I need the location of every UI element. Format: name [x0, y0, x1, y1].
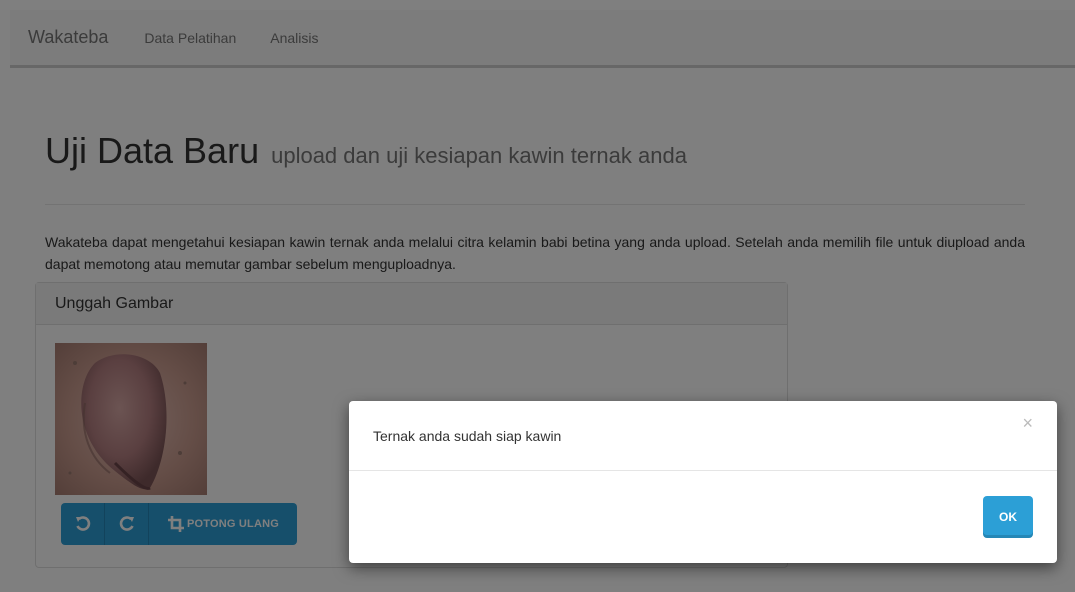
modal-header: Ternak anda sudah siap kawin × — [349, 401, 1057, 471]
modal-footer: OK — [349, 471, 1057, 563]
modal-message: Ternak anda sudah siap kawin — [373, 427, 562, 444]
close-icon[interactable]: × — [1022, 411, 1033, 435]
result-modal: Ternak anda sudah siap kawin × OK — [349, 401, 1057, 563]
ok-button[interactable]: OK — [983, 496, 1033, 538]
